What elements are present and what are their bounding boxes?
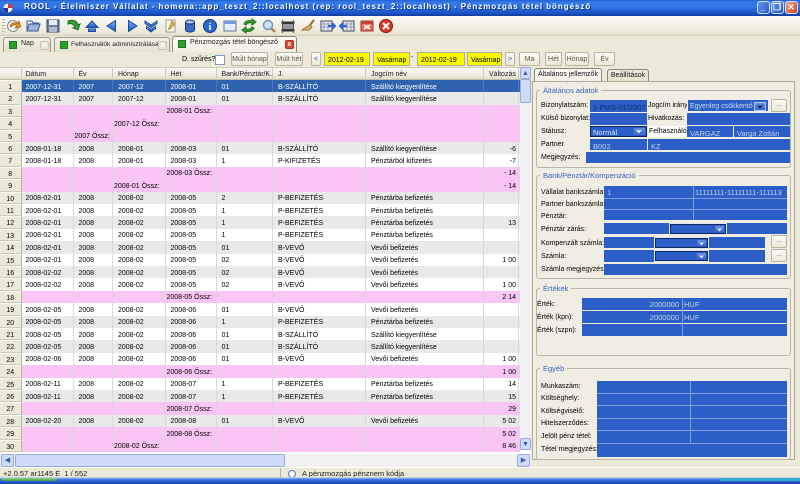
- svg-text:i: i: [209, 22, 212, 33]
